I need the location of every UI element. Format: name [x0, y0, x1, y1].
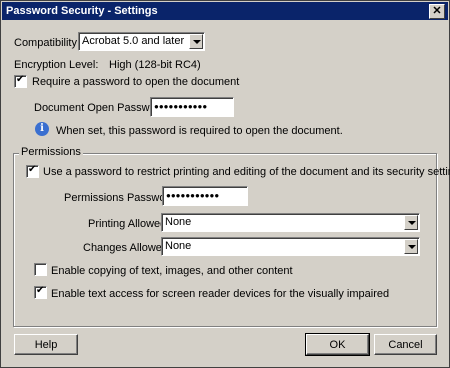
enable-copying-checkbox[interactable]: [34, 263, 47, 276]
title-bar: Password Security - Settings ✕: [2, 2, 448, 20]
chevron-down-icon[interactable]: [404, 215, 418, 230]
permissions-group-label: Permissions: [19, 146, 83, 158]
restrict-permissions-checkbox[interactable]: [26, 164, 39, 178]
info-icon: i: [35, 122, 49, 136]
encryption-level-value: High (128-bit RC4): [109, 59, 201, 71]
help-button[interactable]: Help: [14, 334, 78, 355]
printing-allowed-select[interactable]: None: [161, 213, 420, 232]
permissions-password-value: ●●●●●●●●●●●: [166, 191, 220, 200]
close-button[interactable]: ✕: [429, 4, 445, 19]
close-icon: ✕: [432, 5, 442, 17]
document-open-password-label: Document Open Password:: [34, 102, 169, 114]
changes-allowed-label: Changes Allowed:: [83, 242, 172, 254]
chevron-down-icon[interactable]: [404, 239, 418, 254]
restrict-permissions-label: Use a password to restrict printing and …: [43, 166, 450, 178]
permissions-password-field[interactable]: ●●●●●●●●●●●: [162, 186, 248, 206]
printing-allowed-value: None: [165, 216, 192, 228]
require-open-password-checkbox[interactable]: [14, 74, 27, 88]
require-open-password-label: Require a password to open the document: [32, 76, 240, 88]
password-security-dialog: Password Security - Settings ✕ Compatibi…: [0, 0, 450, 368]
printing-allowed-label: Printing Allowed:: [88, 218, 170, 230]
changes-allowed-select[interactable]: None: [161, 237, 420, 256]
encryption-level-label: Encryption Level:: [14, 59, 99, 71]
ok-button[interactable]: OK: [305, 333, 370, 356]
compatibility-select[interactable]: Acrobat 5.0 and later: [78, 32, 205, 51]
document-open-password-field[interactable]: ●●●●●●●●●●●: [150, 97, 234, 117]
compatibility-label: Compatibility:: [14, 37, 81, 49]
document-open-password-value: ●●●●●●●●●●●: [154, 102, 208, 111]
enable-screen-reader-checkbox[interactable]: [34, 285, 47, 299]
window-title: Password Security - Settings: [6, 5, 158, 17]
cancel-button[interactable]: Cancel: [374, 334, 437, 355]
open-password-info-text: When set, this password is required to o…: [56, 125, 343, 137]
compatibility-value: Acrobat 5.0 and later: [82, 35, 185, 47]
chevron-down-icon[interactable]: [189, 34, 203, 49]
changes-allowed-value: None: [165, 240, 192, 252]
enable-copying-label: Enable copying of text, images, and othe…: [51, 265, 293, 277]
enable-screen-reader-label: Enable text access for screen reader dev…: [51, 288, 390, 300]
